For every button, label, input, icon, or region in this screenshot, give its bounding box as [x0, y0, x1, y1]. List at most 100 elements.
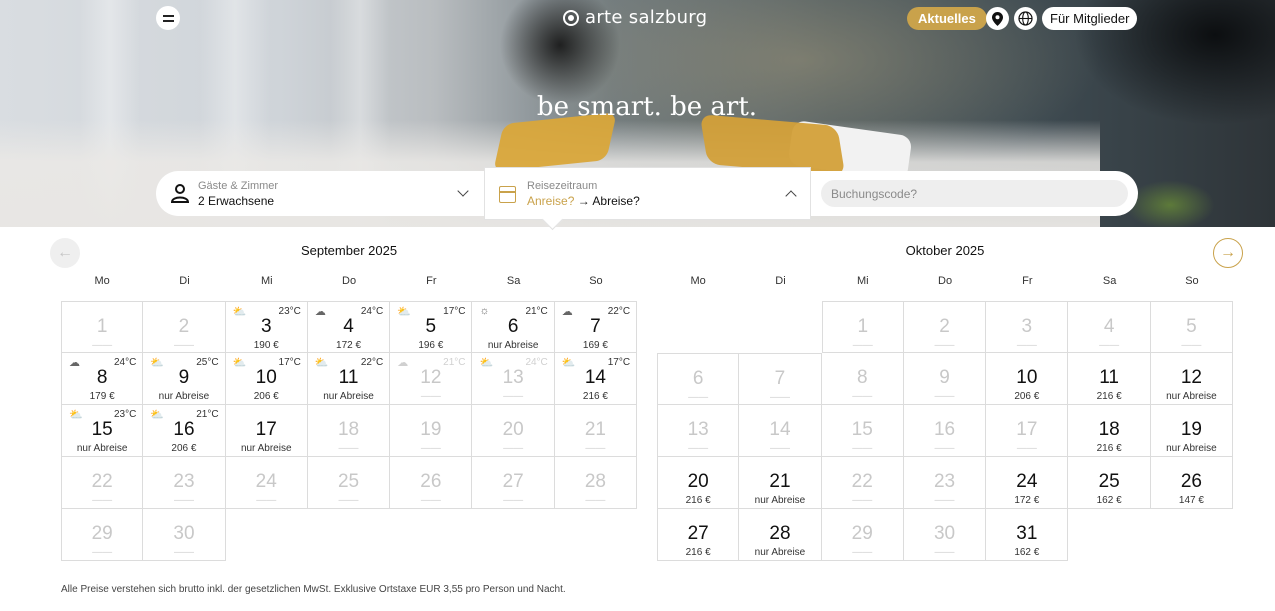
day-number: 16 [173, 419, 195, 440]
day-number: 24 [1016, 471, 1038, 492]
calendar-day-cell[interactable]: ⛅ 22°C 11 nur Abreise [307, 353, 391, 405]
day-price: nur Abreise [754, 547, 806, 558]
day-number: 3 [260, 316, 272, 337]
guests-value: 2 Erwachsene [198, 194, 275, 208]
day-price: 206 € [253, 391, 279, 402]
day-number: 21 [584, 419, 606, 440]
day-price: nur Abreise [754, 495, 806, 506]
weekday-label: Mi [260, 275, 273, 287]
calendar-day-cell: ☁ 21°C 12 —— [390, 353, 473, 405]
calendar-day-cell[interactable]: 28 nur Abreise [739, 509, 822, 561]
day-number: 11 [1099, 367, 1119, 388]
calendar-day-cell[interactable]: 31 162 € [986, 509, 1069, 561]
calendar-day-cell[interactable]: ⛅ 21°C 16 206 € [143, 405, 226, 457]
calendar-day-cell: 1 —— [61, 301, 144, 353]
day-price: —— [503, 391, 524, 402]
day-number: 15 [851, 419, 873, 440]
day-price: —— [420, 495, 441, 506]
day-price: —— [688, 392, 709, 403]
weekday-label: So [1185, 275, 1199, 287]
menu-button[interactable] [156, 6, 180, 30]
calendar-day-cell[interactable]: ⛅ 17°C 5 196 € [390, 301, 473, 353]
members-button[interactable]: Für Mitglieder [1042, 7, 1138, 30]
calendar-day-cell[interactable]: 10 206 € [986, 353, 1069, 405]
day-number: 13 [687, 419, 709, 440]
day-number: 31 [1016, 523, 1038, 544]
calendar-day-cell[interactable]: ☁ 24°C 8 179 € [61, 353, 144, 405]
calendar-day-cell[interactable]: ⛅ 25°C 9 nur Abreise [143, 353, 226, 405]
calendar-day-cell[interactable]: ⛅ 23°C 15 nur Abreise [61, 405, 144, 457]
calendar-day-cell[interactable]: 24 172 € [986, 457, 1069, 509]
aktuelles-button[interactable]: Aktuelles [907, 7, 987, 30]
calendar-day-cell[interactable]: 26 147 € [1150, 457, 1234, 509]
travel-dates-field[interactable]: Reisezeitraum Anreise? → Abreise? [484, 167, 811, 220]
calendar-day-cell[interactable]: 27 216 € [657, 509, 740, 561]
day-price: 162 € [1096, 495, 1122, 506]
day-price: —— [256, 495, 277, 506]
calendar-day-cell[interactable]: 17 nur Abreise [225, 405, 308, 457]
day-number: 24 [255, 471, 277, 492]
calendar-day-cell[interactable]: 20 216 € [657, 457, 740, 509]
day-price: 216 € [685, 547, 711, 558]
calendar-day-cell: 2 —— [143, 301, 226, 353]
weekday-label: Do [938, 275, 953, 287]
calendar-day-cell: 2 —— [903, 301, 987, 353]
calendar-empty-cell [657, 301, 739, 353]
day-number: 18 [337, 419, 360, 440]
language-button[interactable] [1014, 7, 1037, 30]
day-price: —— [173, 340, 194, 351]
location-button[interactable] [986, 7, 1009, 30]
day-number: 26 [1180, 471, 1202, 492]
booking-code-input[interactable] [821, 180, 1128, 207]
day-price: —— [1099, 340, 1120, 351]
calendar-day-cell[interactable]: 12 nur Abreise [1150, 353, 1234, 405]
calendar-day-cell: 6 —— [657, 353, 740, 405]
day-price: 216 € [685, 495, 711, 506]
weekday-label: Di [775, 275, 786, 287]
guests-field[interactable]: Gäste & Zimmer 2 Erwachsene [156, 171, 484, 216]
calendar-day-cell[interactable]: ☁ 22°C 7 169 € [554, 301, 638, 353]
day-price: —— [173, 547, 194, 558]
calendar-day-cell[interactable]: 19 nur Abreise [1150, 405, 1234, 457]
day-number: 9 [178, 367, 190, 388]
arrival-date[interactable]: Anreise? [527, 194, 574, 208]
day-number: 2 [178, 316, 190, 337]
calendar-day-cell[interactable]: 18 216 € [1068, 405, 1151, 457]
weekday-label: Sa [506, 275, 521, 287]
departure-date[interactable]: Abreise? [592, 194, 639, 208]
calendar-day-cell: 23 —— [903, 457, 987, 509]
day-number: 1 [96, 316, 108, 337]
calendar-day-cell[interactable]: ⛅ 17°C 14 216 € [554, 353, 638, 405]
day-number: 23 [173, 471, 195, 492]
brand-logo[interactable]: arte salzburg [563, 7, 707, 28]
calendar-day-cell[interactable]: ⛅ 23°C 3 190 € [225, 301, 308, 353]
day-price: nur Abreise [323, 391, 374, 402]
calendar-day-cell[interactable]: ☼ 21°C 6 nur Abreise [472, 301, 555, 353]
calendar-day-cell: 19 —— [390, 405, 473, 457]
month-title: Oktober 2025 [905, 243, 985, 258]
calendar-month-october: Oktober 2025 Mo Di Mi Do Fr Sa So [657, 243, 1233, 287]
day-price: —— [503, 443, 524, 454]
price-disclaimer: Alle Preise verstehen sich brutto inkl. … [61, 584, 566, 595]
calendar-day-cell[interactable]: ☁ 24°C 4 172 € [307, 301, 391, 353]
day-price: 206 € [1014, 391, 1040, 402]
day-price: —— [852, 443, 873, 454]
day-number: 7 [590, 316, 601, 337]
calendar-day-cell[interactable]: ⛅ 17°C 10 206 € [225, 353, 308, 405]
chevron-up-icon [785, 190, 797, 202]
day-number: 13 [502, 367, 524, 388]
weekday-label: Do [342, 275, 357, 287]
calendar-day-cell: ⛅ 24°C 13 —— [472, 353, 555, 405]
calendar-day-cell[interactable]: 21 nur Abreise [739, 457, 822, 509]
day-number: 30 [173, 523, 195, 544]
calendar-icon [499, 186, 516, 203]
calendar-day-cell[interactable]: 11 216 € [1068, 353, 1151, 405]
calendar-day-cell[interactable]: 25 162 € [1068, 457, 1151, 509]
weekday-label: Mi [856, 275, 869, 287]
day-price: —— [420, 391, 441, 402]
calendar-day-cell: 25 —— [307, 457, 391, 509]
day-price: 162 € [1014, 547, 1040, 558]
day-number: 10 [255, 367, 277, 388]
day-price: —— [688, 443, 709, 454]
weekday-label: So [589, 275, 603, 287]
